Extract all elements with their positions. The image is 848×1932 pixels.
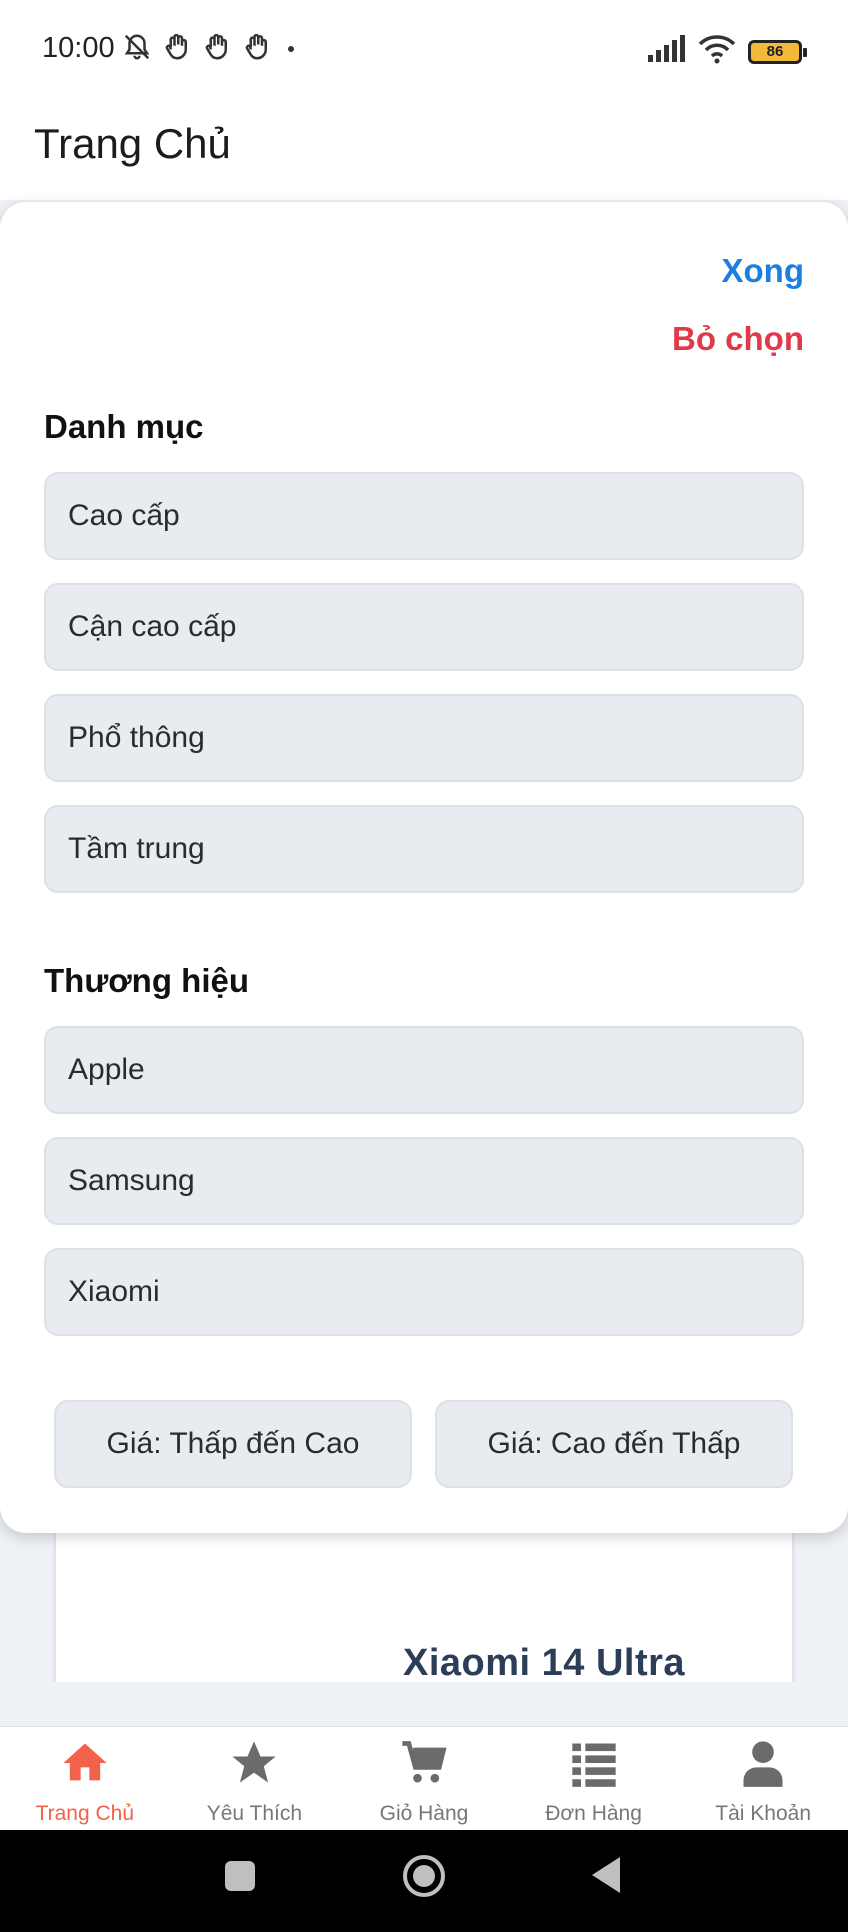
signal-icon <box>646 35 686 68</box>
home-button-icon[interactable] <box>400 1852 448 1905</box>
category-option[interactable]: Tầm trung <box>44 805 804 893</box>
home-icon <box>59 1737 111 1794</box>
nav-item-home[interactable]: Trang Chủ <box>0 1727 170 1830</box>
category-option[interactable]: Cao cấp <box>44 472 804 560</box>
battery-icon: 86 <box>748 39 807 64</box>
sort-high-to-low-button[interactable]: Giá: Cao đến Thấp <box>435 1400 793 1488</box>
cart-icon <box>398 1737 450 1794</box>
app-header: Trang Chủ <box>0 100 848 200</box>
product-name: Xiaomi 14 Ultra <box>403 1642 686 1684</box>
recent-apps-icon[interactable] <box>222 1858 258 1899</box>
done-button[interactable]: Xong <box>722 252 804 290</box>
filter-sheet: Xong Bỏ chọn Danh mục Cao cấp Cận cao cấ… <box>0 202 848 1533</box>
nav-label: Trang Chủ <box>35 1802 135 1825</box>
mute-bell-icon <box>122 32 152 67</box>
system-navigation-bar <box>0 1830 848 1932</box>
status-bar: 10:00 86 <box>0 0 848 100</box>
category-option[interactable]: Phổ thông <box>44 694 804 782</box>
nav-item-favorites[interactable]: Yêu Thích <box>170 1727 340 1830</box>
system-status-icons: 86 <box>646 34 807 69</box>
hand-icon <box>162 32 192 67</box>
brand-option[interactable]: Xiaomi <box>44 1248 804 1336</box>
brand-section-title: Thương hiệu <box>44 962 249 999</box>
list-icon <box>568 1737 620 1794</box>
content-clip <box>0 1682 848 1726</box>
nav-label: Yêu Thích <box>206 1802 303 1825</box>
notification-icons <box>122 32 272 67</box>
nav-item-account[interactable]: Tài Khoản <box>678 1727 848 1830</box>
nav-item-cart[interactable]: Giỏ Hàng <box>339 1727 509 1830</box>
dot-icon <box>288 46 294 52</box>
nav-label: Đơn Hàng <box>545 1802 642 1825</box>
bottom-navigation: Trang Chủ Yêu Thích Giỏ Hàng Đơn Hàng Tà… <box>0 1726 848 1830</box>
sort-low-to-high-button[interactable]: Giá: Thấp đến Cao <box>54 1400 412 1488</box>
wifi-icon <box>698 34 736 69</box>
star-icon <box>228 1737 280 1794</box>
nav-item-orders[interactable]: Đơn Hàng <box>509 1727 679 1830</box>
hand-icon <box>202 32 232 67</box>
brand-option[interactable]: Samsung <box>44 1137 804 1225</box>
user-icon <box>737 1737 789 1794</box>
nav-label: Giỏ Hàng <box>379 1802 469 1825</box>
clear-selection-button[interactable]: Bỏ chọn <box>672 320 804 358</box>
category-option[interactable]: Cận cao cấp <box>44 583 804 671</box>
back-icon[interactable] <box>588 1855 624 1900</box>
category-section-title: Danh mục <box>44 408 204 445</box>
hand-icon <box>242 32 272 67</box>
nav-label: Tài Khoản <box>715 1802 812 1825</box>
status-time: 10:00 <box>42 32 115 64</box>
page-title: Trang Chủ <box>34 120 231 167</box>
brand-option[interactable]: Apple <box>44 1026 804 1114</box>
